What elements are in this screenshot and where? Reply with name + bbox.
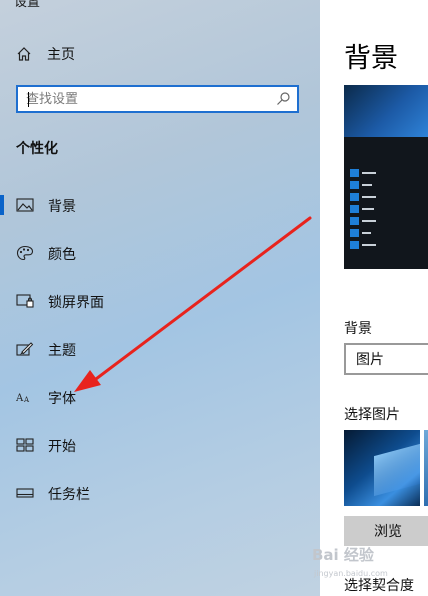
start-grid-icon bbox=[16, 438, 34, 452]
app-title: 设置 bbox=[14, 0, 41, 10]
text-caret bbox=[28, 92, 29, 107]
background-settings-pane: 背景 背景 图片 选择图片 浏览 选择契合度 bbox=[320, 0, 428, 596]
sidebar-item-taskbar[interactable]: 任务栏 bbox=[0, 476, 320, 510]
taskbar-icon bbox=[16, 488, 34, 498]
sidebar-item-label: 背景 bbox=[48, 199, 76, 215]
sidebar-item-label: 开始 bbox=[48, 439, 76, 455]
preview-wallpaper bbox=[344, 85, 428, 137]
preview-tile bbox=[350, 181, 359, 189]
sidebar-item-label: 主题 bbox=[48, 343, 76, 359]
background-type-label: 背景 bbox=[344, 321, 372, 337]
preview-tile bbox=[350, 205, 359, 213]
preview-text-line bbox=[362, 244, 376, 246]
preview-text-line bbox=[362, 220, 376, 222]
home-label: 主页 bbox=[47, 47, 75, 63]
desktop-preview bbox=[344, 85, 428, 269]
preview-text-line bbox=[362, 232, 371, 234]
sidebar-item-fonts[interactable]: A A 字体 bbox=[0, 380, 320, 414]
preview-tile bbox=[350, 241, 359, 249]
sidebar-item-background[interactable]: 背景 bbox=[0, 188, 320, 222]
preview-text-line bbox=[362, 184, 372, 186]
preview-text-line bbox=[362, 172, 376, 174]
theme-brush-icon bbox=[16, 342, 34, 356]
lock-screen-icon bbox=[16, 294, 34, 308]
selected-indicator bbox=[0, 195, 4, 215]
sidebar-item-start[interactable]: 开始 bbox=[0, 428, 320, 462]
sidebar-item-label: 颜色 bbox=[48, 247, 76, 263]
search-box[interactable] bbox=[16, 85, 299, 113]
picture-thumbnail[interactable] bbox=[344, 430, 420, 506]
background-type-dropdown[interactable]: 图片 bbox=[344, 343, 428, 375]
home-icon bbox=[17, 47, 31, 61]
picture-icon bbox=[16, 198, 34, 212]
home-nav-item[interactable]: 主页 bbox=[16, 42, 75, 66]
sidebar-item-themes[interactable]: 主题 bbox=[0, 332, 320, 366]
dropdown-value: 图片 bbox=[356, 352, 384, 368]
preview-tile bbox=[350, 229, 359, 237]
picture-thumbnail[interactable] bbox=[424, 430, 428, 506]
preview-start-menu bbox=[344, 137, 428, 269]
preview-text-line bbox=[362, 208, 374, 210]
preview-tile bbox=[350, 193, 359, 201]
page-title: 背景 bbox=[344, 43, 398, 74]
watermark-subtext: jingyan.baidu.com bbox=[314, 569, 388, 578]
sidebar-item-label: 任务栏 bbox=[48, 487, 90, 503]
choose-picture-label: 选择图片 bbox=[344, 407, 400, 423]
sidebar-item-lock-screen[interactable]: 锁屏界面 bbox=[0, 284, 320, 318]
thumbnail-light bbox=[374, 443, 420, 497]
preview-tile bbox=[350, 169, 359, 177]
font-icon: A A bbox=[16, 393, 30, 404]
svg-text:A: A bbox=[16, 393, 24, 404]
search-input[interactable] bbox=[18, 90, 275, 108]
preview-text-line bbox=[362, 196, 376, 198]
sidebar-item-label: 锁屏界面 bbox=[48, 295, 104, 311]
preview-tile bbox=[350, 217, 359, 225]
watermark-text: Bai 经验 bbox=[312, 546, 374, 564]
search-icon[interactable] bbox=[275, 91, 291, 107]
sidebar-item-colors[interactable]: 颜色 bbox=[0, 236, 320, 270]
svg-text:A: A bbox=[23, 396, 30, 404]
sidebar-item-label: 字体 bbox=[48, 391, 76, 407]
watermark: Bai 经验 jingyan.baidu.com bbox=[310, 538, 428, 584]
section-title: 个性化 bbox=[16, 141, 58, 157]
palette-icon bbox=[16, 245, 34, 261]
settings-sidebar: 设置 主页 个性化 背景 颜色 bbox=[0, 0, 320, 596]
